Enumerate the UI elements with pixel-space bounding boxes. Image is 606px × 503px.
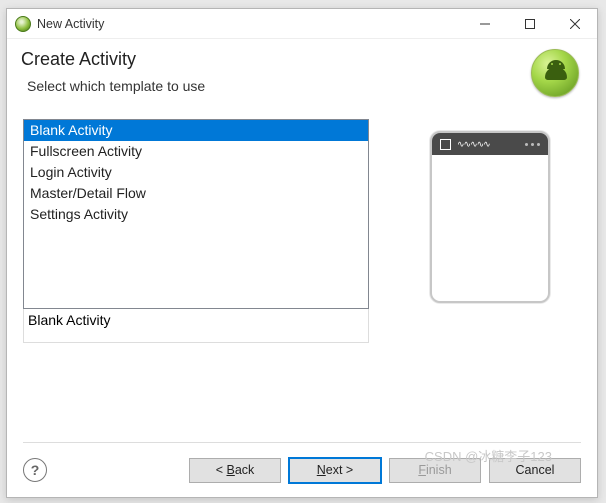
button-bar: ? < Back Next > Finish Cancel	[7, 443, 597, 497]
maximize-button[interactable]	[507, 9, 552, 38]
list-item[interactable]: Blank Activity	[24, 120, 368, 141]
list-item[interactable]: Fullscreen Activity	[24, 141, 368, 162]
finish-button: Finish	[389, 458, 481, 483]
template-list-wrap: Blank ActivityFullscreen ActivityLogin A…	[23, 119, 369, 438]
selected-template-label: Blank Activity	[23, 309, 369, 343]
list-item[interactable]: Login Activity	[24, 162, 368, 183]
close-button[interactable]	[552, 9, 597, 38]
help-button[interactable]: ?	[23, 458, 47, 482]
window-title: New Activity	[37, 17, 462, 31]
page-subtitle: Select which template to use	[27, 78, 519, 94]
dialog-window: New Activity Create Activity Select whic…	[6, 8, 598, 498]
list-item[interactable]: Master/Detail Flow	[24, 183, 368, 204]
preview-column: ∿∿∿∿∿	[399, 119, 581, 438]
next-button[interactable]: Next >	[289, 458, 381, 483]
wizard-header: Create Activity Select which template to…	[7, 39, 597, 111]
minimize-button[interactable]	[462, 9, 507, 38]
back-button[interactable]: < Back	[189, 458, 281, 483]
page-title: Create Activity	[21, 49, 519, 70]
window-controls	[462, 9, 597, 38]
preview-actionbar: ∿∿∿∿∿	[432, 133, 548, 155]
cancel-button[interactable]: Cancel	[489, 458, 581, 483]
app-icon	[15, 16, 31, 32]
overflow-icon	[525, 143, 540, 146]
header-text: Create Activity Select which template to…	[21, 49, 519, 94]
android-icon	[531, 49, 579, 97]
content-area: Blank ActivityFullscreen ActivityLogin A…	[7, 111, 597, 442]
template-listbox[interactable]: Blank ActivityFullscreen ActivityLogin A…	[23, 119, 369, 309]
preview-app-icon	[440, 139, 451, 150]
titlebar: New Activity	[7, 9, 597, 39]
list-item[interactable]: Settings Activity	[24, 204, 368, 225]
template-preview: ∿∿∿∿∿	[430, 131, 550, 303]
preview-title-placeholder: ∿∿∿∿∿	[457, 140, 519, 148]
